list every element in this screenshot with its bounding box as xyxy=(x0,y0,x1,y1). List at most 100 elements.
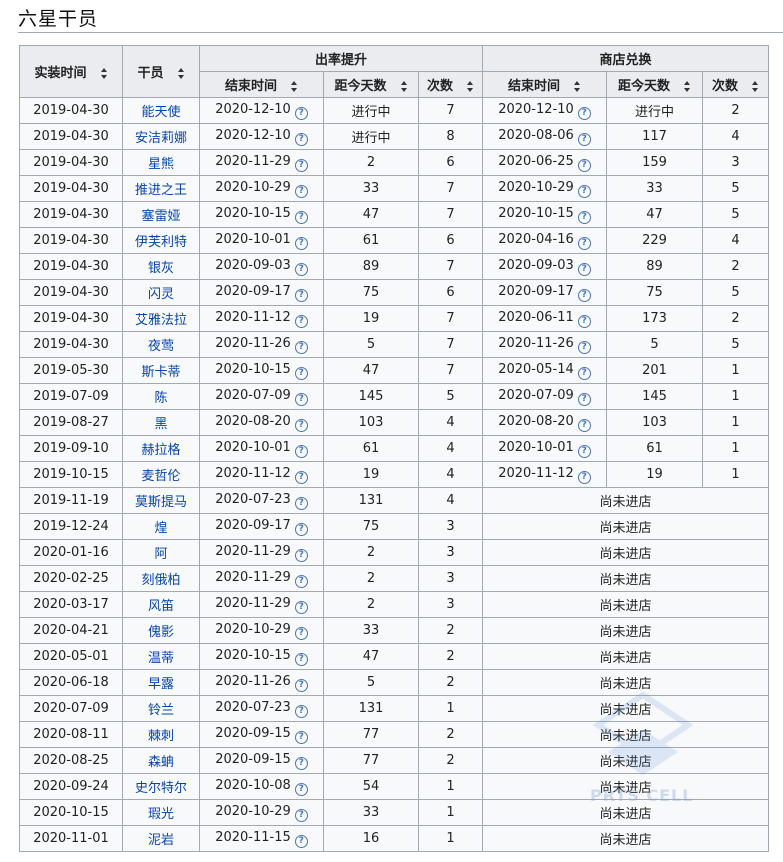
help-icon[interactable]: ? xyxy=(294,678,308,692)
shop-count-cell: 5 xyxy=(702,331,769,358)
help-icon[interactable]: ? xyxy=(577,366,591,380)
help-icon[interactable]: ? xyxy=(577,444,591,458)
header-shop-count[interactable]: 次数 xyxy=(702,71,769,98)
sort-icon[interactable] xyxy=(467,81,474,92)
operator-link[interactable]: 艾雅法拉 xyxy=(135,313,187,328)
operator-link[interactable]: 风笛 xyxy=(148,599,174,614)
help-icon[interactable]: ? xyxy=(294,496,308,510)
header-rateup-count[interactable]: 次数 xyxy=(418,71,483,98)
help-icon[interactable]: ? xyxy=(294,158,308,172)
operator-link[interactable]: 夜莺 xyxy=(148,339,174,354)
operator-link[interactable]: 斯卡蒂 xyxy=(141,365,180,380)
header-implement-time[interactable]: 实装时间 xyxy=(19,45,123,98)
help-icon[interactable]: ? xyxy=(294,210,308,224)
help-icon[interactable]: ? xyxy=(294,730,308,744)
header-rateup-days[interactable]: 距今天数 xyxy=(323,71,419,98)
operator-link[interactable]: 瑕光 xyxy=(148,807,174,822)
operator-link[interactable]: 傀影 xyxy=(148,625,174,640)
help-icon[interactable]: ? xyxy=(577,262,591,276)
help-icon[interactable]: ? xyxy=(294,704,308,718)
help-icon[interactable]: ? xyxy=(294,756,308,770)
operator-link[interactable]: 刻俄柏 xyxy=(141,573,180,588)
header-shop-days[interactable]: 距今天数 xyxy=(606,71,703,98)
shop-end-date: 2020-09-03 xyxy=(498,257,574,273)
operator-link[interactable]: 棘刺 xyxy=(148,729,174,744)
help-icon[interactable]: ? xyxy=(294,366,308,380)
sort-icon[interactable] xyxy=(177,68,185,79)
help-icon[interactable]: ? xyxy=(294,262,308,276)
help-icon[interactable]: ? xyxy=(294,548,308,562)
help-icon[interactable]: ? xyxy=(577,158,591,172)
help-icon[interactable]: ? xyxy=(294,626,308,640)
sort-icon[interactable] xyxy=(400,81,408,92)
help-icon[interactable]: ? xyxy=(294,340,308,354)
help-icon[interactable]: ? xyxy=(577,210,591,224)
operator-link[interactable]: 煌 xyxy=(154,521,167,536)
help-icon[interactable]: ? xyxy=(294,106,308,120)
help-icon[interactable]: ? xyxy=(294,782,308,796)
shop-count-cell: 2 xyxy=(702,305,769,332)
operator-cell: 阿 xyxy=(122,539,200,566)
help-icon[interactable]: ? xyxy=(577,132,591,146)
help-icon[interactable]: ? xyxy=(294,600,308,614)
rateup-days-cell: 75 xyxy=(323,279,419,306)
sort-icon[interactable] xyxy=(100,68,108,79)
help-icon[interactable]: ? xyxy=(577,314,591,328)
help-icon[interactable]: ? xyxy=(577,106,591,120)
operator-link[interactable]: 伊芙利特 xyxy=(135,235,187,250)
help-icon[interactable]: ? xyxy=(577,288,591,302)
help-icon[interactable]: ? xyxy=(294,288,308,302)
help-icon[interactable]: ? xyxy=(294,444,308,458)
operator-link[interactable]: 银灰 xyxy=(148,261,174,276)
operator-link[interactable]: 温蒂 xyxy=(148,651,174,666)
operator-link[interactable]: 阿 xyxy=(154,547,167,562)
help-icon[interactable]: ? xyxy=(294,574,308,588)
help-icon[interactable]: ? xyxy=(294,184,308,198)
help-icon[interactable]: ? xyxy=(294,418,308,432)
operator-link[interactable]: 黑 xyxy=(154,417,167,432)
operator-link[interactable]: 赫拉格 xyxy=(141,443,180,458)
shop-days-cell: 229 xyxy=(606,227,703,254)
operator-link[interactable]: 铃兰 xyxy=(148,703,174,718)
help-icon[interactable]: ? xyxy=(294,392,308,406)
help-icon[interactable]: ? xyxy=(577,418,591,432)
help-icon[interactable]: ? xyxy=(294,808,308,822)
help-icon[interactable]: ? xyxy=(294,470,308,484)
operator-link[interactable]: 泥岩 xyxy=(148,833,174,848)
operator-link[interactable]: 早露 xyxy=(148,677,174,692)
header-operator[interactable]: 干员 xyxy=(122,45,200,98)
operator-link[interactable]: 推进之王 xyxy=(135,183,187,198)
operator-link[interactable]: 星熊 xyxy=(148,157,174,172)
operator-link[interactable]: 闪灵 xyxy=(148,287,174,302)
help-icon[interactable]: ? xyxy=(294,522,308,536)
help-icon[interactable]: ? xyxy=(294,132,308,146)
operator-link[interactable]: 麦哲伦 xyxy=(141,469,180,484)
sort-icon[interactable] xyxy=(752,81,759,92)
shop-end-date: 2020-06-11 xyxy=(498,309,574,325)
operator-link[interactable]: 陈 xyxy=(154,391,167,406)
help-icon[interactable]: ? xyxy=(577,470,591,484)
rateup-count-cell: 4 xyxy=(418,461,483,488)
help-icon[interactable]: ? xyxy=(294,652,308,666)
sort-icon[interactable] xyxy=(291,81,298,92)
operator-link[interactable]: 能天使 xyxy=(141,105,180,120)
operator-cell: 莫斯提马 xyxy=(122,487,200,514)
operator-link[interactable]: 森蚺 xyxy=(148,755,174,770)
header-rateup-end-time[interactable]: 结束时间 xyxy=(199,71,324,98)
operator-link[interactable]: 安洁莉娜 xyxy=(135,131,187,146)
operator-cell: 傀影 xyxy=(122,617,200,644)
help-icon[interactable]: ? xyxy=(294,834,308,848)
header-shop-end-time[interactable]: 结束时间 xyxy=(482,71,607,98)
operator-link[interactable]: 莫斯提马 xyxy=(135,495,187,510)
help-icon[interactable]: ? xyxy=(577,392,591,406)
operator-link[interactable]: 史尔特尔 xyxy=(135,781,187,796)
help-icon[interactable]: ? xyxy=(577,236,591,250)
help-icon[interactable]: ? xyxy=(577,340,591,354)
sort-icon[interactable] xyxy=(684,81,691,92)
help-icon[interactable]: ? xyxy=(294,314,308,328)
operator-link[interactable]: 塞雷娅 xyxy=(141,209,180,224)
rateup-end-date: 2020-10-01 xyxy=(215,231,291,247)
help-icon[interactable]: ? xyxy=(577,184,591,198)
sort-icon[interactable] xyxy=(574,81,581,92)
help-icon[interactable]: ? xyxy=(294,236,308,250)
